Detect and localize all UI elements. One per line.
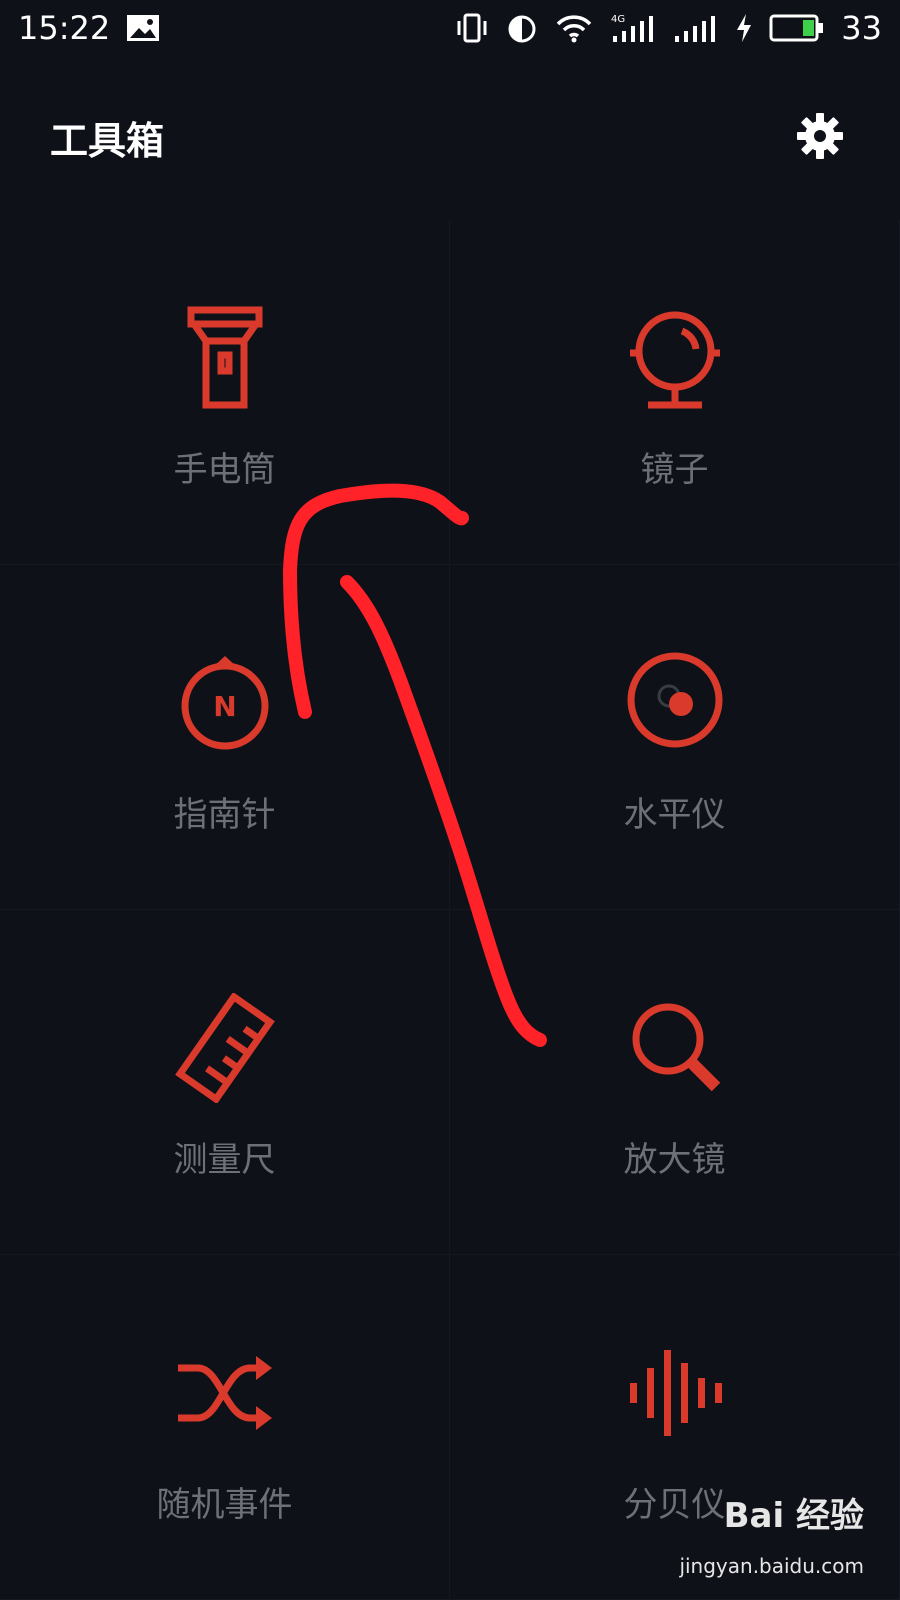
tool-label: 放大镜 bbox=[623, 1140, 726, 1180]
tool-grid: 手电筒 镜子 N 指南针 水平仪 测量尺 放大镜 随机事件 分贝仪 bbox=[0, 220, 900, 1600]
tool-label: 手电筒 bbox=[173, 450, 276, 490]
tool-label: 测量尺 bbox=[173, 1140, 276, 1180]
vibrate-icon bbox=[455, 13, 489, 43]
tool-label: 镜子 bbox=[640, 450, 709, 490]
page-title: 工具箱 bbox=[50, 119, 165, 163]
tool-compass[interactable]: N 指南针 bbox=[0, 565, 450, 910]
signal-bars-icon bbox=[673, 12, 719, 44]
tool-level[interactable]: 水平仪 bbox=[450, 565, 900, 910]
shuffle-icon bbox=[165, 1333, 285, 1453]
magnifier-icon bbox=[615, 988, 735, 1108]
gear-icon bbox=[797, 113, 843, 159]
compass-letter: N bbox=[213, 690, 236, 723]
tool-ruler[interactable]: 测量尺 bbox=[0, 910, 450, 1255]
tool-flashlight[interactable]: 手电筒 bbox=[0, 220, 450, 565]
battery-percentage: 33 bbox=[841, 9, 882, 47]
signal-4g-icon: 4G bbox=[609, 12, 657, 44]
gallery-notification-icon bbox=[126, 14, 160, 42]
settings-button[interactable] bbox=[790, 106, 850, 166]
tool-random-event[interactable]: 随机事件 bbox=[0, 1255, 450, 1600]
watermark-url: jingyan.baidu.com bbox=[679, 1554, 864, 1578]
tool-label: 指南针 bbox=[173, 795, 276, 835]
mirror-icon bbox=[615, 298, 735, 418]
tool-mirror[interactable]: 镜子 bbox=[450, 220, 900, 565]
status-time: 15:22 bbox=[18, 9, 111, 47]
flashlight-icon bbox=[165, 298, 285, 418]
watermark-brand: Bai 经验 bbox=[723, 1496, 864, 1536]
level-icon bbox=[615, 643, 735, 763]
battery-icon bbox=[769, 13, 825, 43]
tool-label: 水平仪 bbox=[623, 795, 726, 835]
status-bar: 15:22 4G 33 bbox=[0, 0, 900, 56]
baidu-jingyan-watermark: Bai 经验 jingyan.baidu.com bbox=[664, 1488, 864, 1578]
charging-icon bbox=[735, 13, 753, 43]
svg-text:4G: 4G bbox=[611, 14, 625, 25]
tool-magnifier[interactable]: 放大镜 bbox=[450, 910, 900, 1255]
compass-icon: N bbox=[165, 643, 285, 763]
wifi-icon bbox=[555, 13, 593, 43]
tool-label: 随机事件 bbox=[156, 1485, 293, 1525]
decibel-icon bbox=[615, 1333, 735, 1453]
ruler-icon bbox=[165, 988, 285, 1108]
app-header: 工具箱 bbox=[0, 80, 900, 190]
eye-care-icon bbox=[505, 13, 539, 43]
